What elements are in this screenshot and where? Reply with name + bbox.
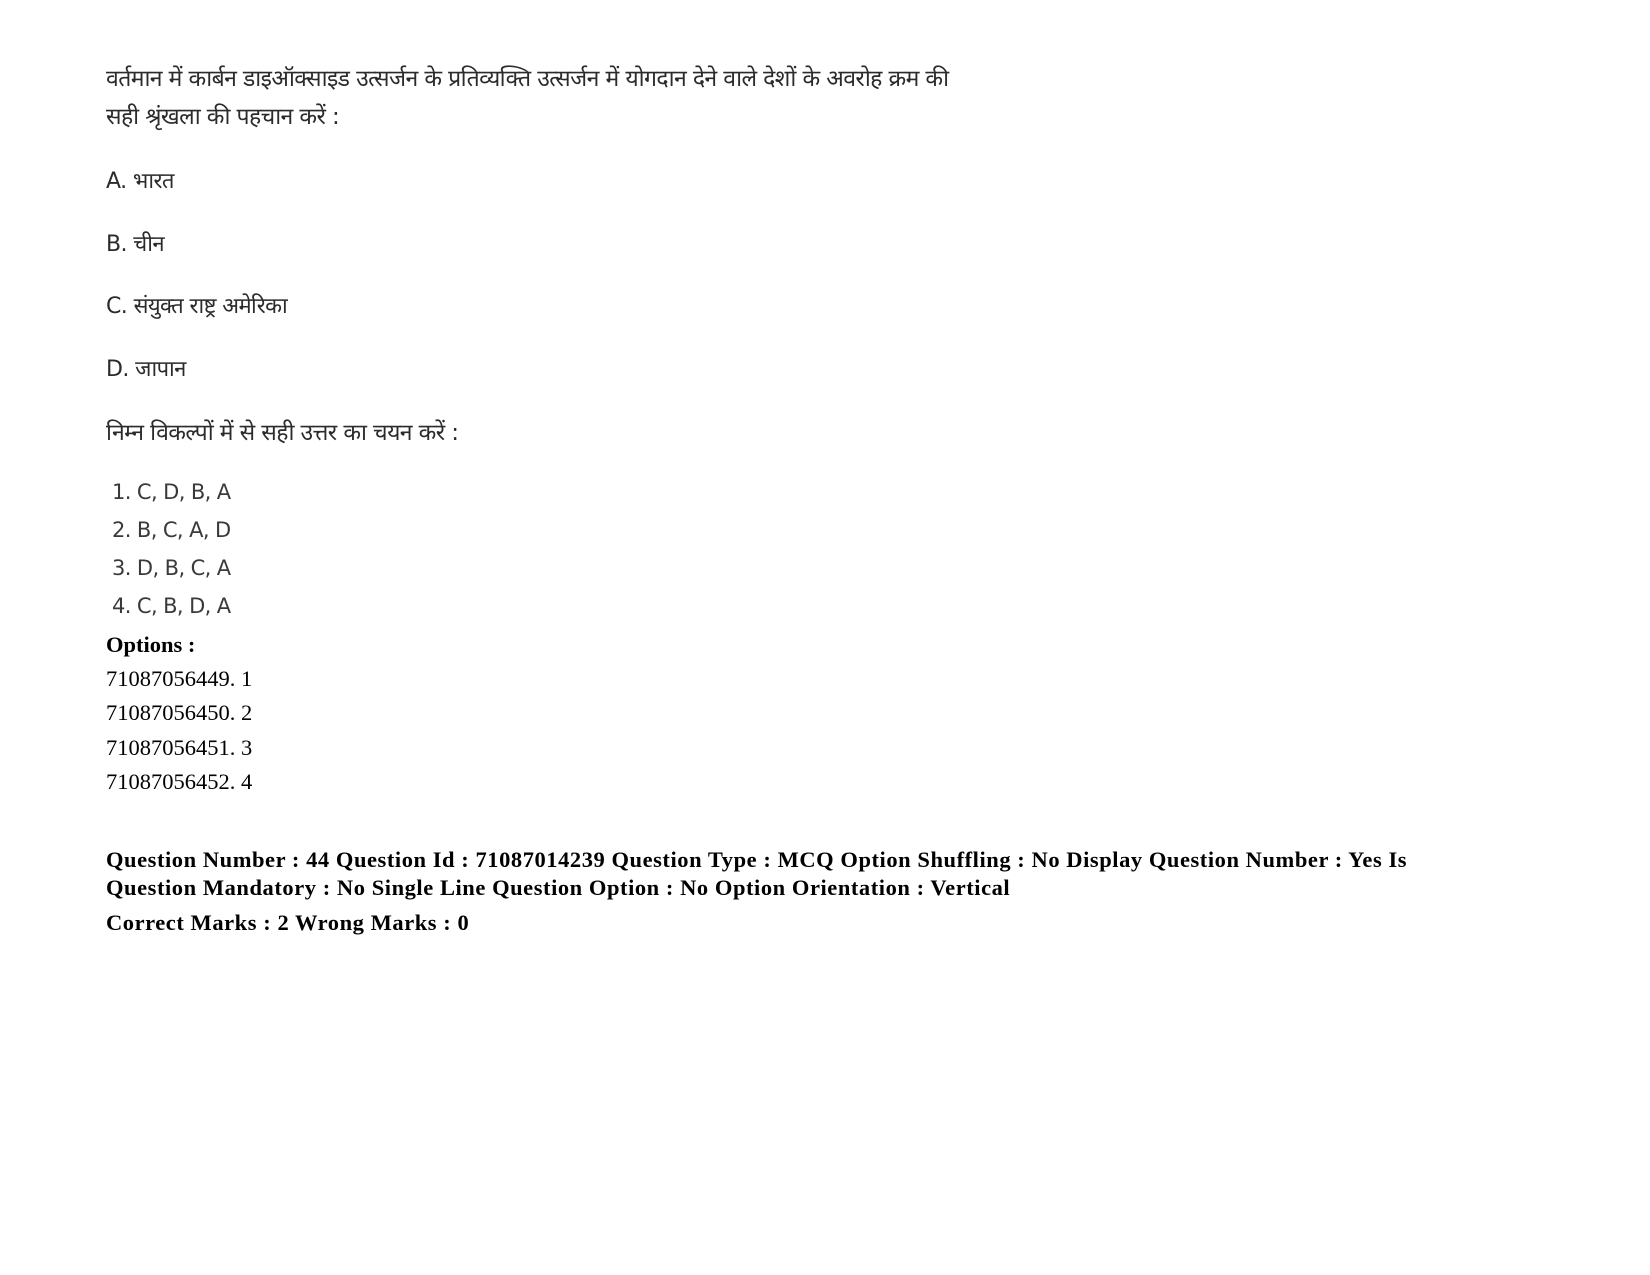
statement-text: भारत	[132, 169, 175, 194]
metadata-line-2: Question Mandatory : No Single Line Ques…	[106, 875, 1011, 900]
statement-label: B.	[106, 232, 127, 257]
statement-label: D.	[106, 357, 129, 382]
marks-line: Correct Marks : 2 Wrong Marks : 0	[106, 910, 470, 935]
option-id-item: 71087056451. 3	[106, 735, 253, 760]
statement-c: C. संयुक्त राष्ट्र अमेरिका	[106, 290, 288, 320]
question-text-line-2: सही श्रृंखला की पहचान करें :	[106, 104, 340, 130]
statement-b: B. चीन	[106, 228, 165, 258]
statement-label: A.	[106, 169, 127, 194]
choice-item: 1. C, D, B, A	[112, 480, 231, 504]
choice-item: 3. D, B, C, A	[112, 556, 231, 580]
statement-text: चीन	[133, 232, 164, 257]
instruction-text: निम्न विकल्पों में से सही उत्तर का चयन क…	[106, 420, 459, 446]
choice-item: 2. B, C, A, D	[112, 518, 231, 542]
options-label: Options :	[106, 632, 196, 657]
statement-d: D. जापान	[106, 353, 186, 383]
statement-text: जापान	[135, 357, 186, 382]
option-id-item: 71087056450. 2	[106, 700, 253, 725]
statement-text: संयुक्त राष्ट्र अमेरिका	[133, 294, 288, 319]
question-text-line-1: वर्तमान में कार्बन डाइऑक्साइड उत्सर्जन क…	[106, 66, 949, 92]
metadata-line-1: Question Number : 44 Question Id : 71087…	[106, 847, 1408, 872]
option-id-item: 71087056452. 4	[106, 769, 253, 794]
choice-item: 4. C, B, D, A	[112, 594, 231, 618]
statement-label: C.	[106, 294, 128, 319]
option-id-item: 71087056449. 1	[106, 666, 253, 691]
statement-a: A. भारत	[106, 165, 174, 195]
